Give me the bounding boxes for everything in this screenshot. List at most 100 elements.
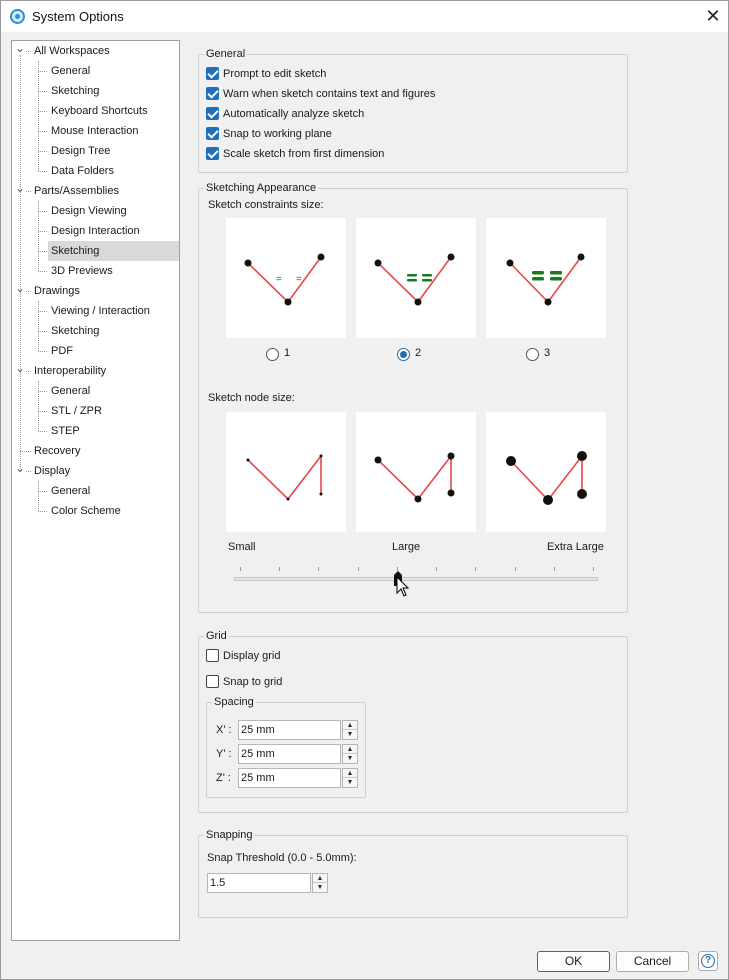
- checkbox-box: [206, 67, 219, 80]
- tree-connector: [38, 511, 47, 512]
- tree-item-label: General: [51, 385, 91, 397]
- tree-item-label: General: [51, 485, 91, 497]
- slider-tick: [515, 567, 516, 571]
- tree-connector: [20, 451, 31, 452]
- checkbox-box: [206, 87, 219, 100]
- node-preview-large: [356, 412, 476, 532]
- tree-item[interactable]: ⌄ Interoperability: [12, 361, 179, 381]
- spin-up-icon[interactable]: ▲: [343, 769, 357, 778]
- tree-item-label: Viewing / Interaction: [51, 305, 150, 317]
- tree-item-label: STEP: [51, 425, 80, 437]
- tree-item[interactable]: ⌄ All Workspaces: [12, 41, 179, 61]
- node-size-slider[interactable]: [234, 577, 598, 581]
- general-group-title: General: [204, 48, 248, 60]
- tree-item-label: Data Folders: [51, 165, 114, 177]
- tree-item-label: Mouse Interaction: [51, 125, 139, 137]
- ok-button[interactable]: OK: [537, 951, 610, 972]
- slider-tick: [593, 567, 594, 571]
- tree-connector: [38, 391, 47, 392]
- slider-tick: [475, 567, 476, 571]
- checkbox-label: Display grid: [223, 650, 281, 662]
- svg-text:=: =: [276, 274, 282, 285]
- checkbox-box: [206, 649, 219, 662]
- tree-item-label: Color Scheme: [51, 505, 121, 517]
- tree-connector: [38, 171, 47, 172]
- tree-connector: [38, 351, 47, 352]
- checkbox-box: [206, 107, 219, 120]
- spin-down-icon[interactable]: ▼: [343, 754, 357, 763]
- spin-up-icon[interactable]: ▲: [343, 721, 357, 730]
- tree-connector: [38, 61, 39, 171]
- tree-item-label: General: [51, 65, 91, 77]
- y-spacing-input[interactable]: 25 mm: [238, 744, 341, 764]
- z-spacing-stepper[interactable]: ▲ ▼: [342, 768, 358, 788]
- options-tree: ⌄ All Workspaces General Sketching Keyboard …: [11, 40, 180, 941]
- spin-up-icon[interactable]: ▲: [343, 745, 357, 754]
- tree-item-label: STL / ZPR: [51, 405, 102, 417]
- snap-threshold-input[interactable]: 1.5: [207, 873, 311, 893]
- tree-connector: [38, 231, 47, 232]
- tree-item[interactable]: ⌄ Display: [12, 461, 179, 481]
- spacing-group-title: Spacing: [212, 696, 256, 708]
- radio-label: 3: [544, 347, 551, 359]
- tree-item-label: Drawings: [34, 285, 80, 297]
- slider-label-small: Small: [228, 541, 256, 553]
- spin-down-icon[interactable]: ▼: [343, 778, 357, 787]
- checkbox-label: Automatically analyze sketch: [223, 108, 365, 120]
- spin-up-icon[interactable]: ▲: [313, 874, 327, 883]
- x-spacing-input[interactable]: 25 mm: [238, 720, 341, 740]
- cancel-button[interactable]: Cancel: [616, 951, 689, 972]
- tree-item-label: Sketching: [51, 325, 100, 337]
- x-spacing-stepper[interactable]: ▲ ▼: [342, 720, 358, 740]
- checkbox-label: Prompt to edit sketch: [223, 68, 327, 80]
- y-spacing-stepper[interactable]: ▲ ▼: [342, 744, 358, 764]
- z-spacing-label: Z' :: [216, 772, 231, 784]
- checkbox-label: Snap to grid: [223, 676, 283, 688]
- tree-item-label: Design Tree: [51, 145, 111, 157]
- spin-down-icon[interactable]: ▼: [313, 883, 327, 892]
- constraint-preview-3: [486, 218, 606, 338]
- tree-connector: [38, 491, 47, 492]
- slider-label-large: Large: [392, 541, 421, 553]
- checkbox-label: Warn when sketch contains text and figur…: [223, 88, 436, 100]
- tree-item-label: Interoperability: [34, 365, 107, 377]
- checkbox-label: Snap to working plane: [223, 128, 332, 140]
- tree-connector: [38, 111, 47, 112]
- tree-item-label: PDF: [51, 345, 73, 357]
- close-button[interactable]: ✕: [697, 1, 729, 32]
- tree-connector: [38, 411, 47, 412]
- snapping-group-title: Snapping: [204, 829, 255, 841]
- tree-item[interactable]: ⌄ Parts/Assemblies: [12, 181, 179, 201]
- constraint-preview-1: = =: [226, 218, 346, 338]
- tree-item-label: Design Interaction: [51, 225, 140, 237]
- z-spacing-input[interactable]: 25 mm: [238, 768, 341, 788]
- y-spacing-label: Y' :: [216, 748, 232, 760]
- tree-connector: [38, 271, 47, 272]
- system-options-dialog: System Options ✕ ⌄ All Workspaces General S…: [0, 0, 729, 980]
- snap-threshold-stepper[interactable]: ▲ ▼: [312, 873, 328, 893]
- tree-connector: [38, 201, 39, 271]
- tree-item-label: Parts/Assemblies: [34, 185, 119, 197]
- spin-down-icon[interactable]: ▼: [343, 730, 357, 739]
- tree-connector: [38, 131, 47, 132]
- tree-item-label: All Workspaces: [34, 45, 110, 57]
- app-icon: [10, 9, 25, 24]
- slider-tick: [318, 567, 319, 571]
- checkbox-box: [206, 147, 219, 160]
- tree-item[interactable]: ⌄ Drawings: [12, 281, 179, 301]
- svg-text:=: =: [296, 274, 302, 285]
- close-icon: ✕: [705, 6, 721, 26]
- tree-item[interactable]: Recovery: [12, 441, 179, 461]
- tree-connector: [38, 431, 47, 432]
- help-button[interactable]: ?: [698, 951, 718, 971]
- radio-indicator: [397, 348, 410, 361]
- tree-item-label: Recovery: [34, 445, 81, 457]
- node-preview-small: [226, 412, 346, 532]
- tree-connector: [38, 311, 47, 312]
- snap-threshold-label: Snap Threshold (0.0 - 5.0mm):: [207, 852, 357, 864]
- tree-item-label: Display: [34, 465, 71, 477]
- tree-item-label: Sketching: [48, 241, 179, 261]
- tree-connector: [38, 91, 47, 92]
- slider-tick: [554, 567, 555, 571]
- tree-connector: [38, 301, 39, 351]
